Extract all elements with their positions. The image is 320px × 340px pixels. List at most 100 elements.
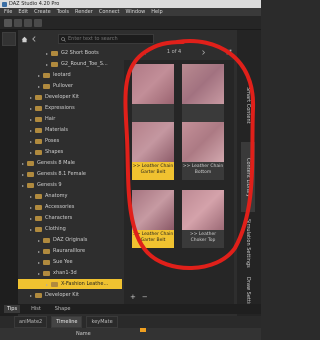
folder-icon: [35, 105, 42, 111]
product-thumbnail[interactable]: [132, 64, 174, 124]
product-thumbnail[interactable]: >> Leather Chain Bottom: [182, 122, 224, 182]
thumbnail-caption: [132, 104, 174, 122]
tree-item[interactable]: ▸ X-Fashion Leathe...: [18, 279, 122, 289]
tree-item-label: Accessories: [45, 204, 75, 210]
page-info: 1 of 4: [166, 49, 182, 55]
menu-create[interactable]: Create: [34, 9, 51, 15]
folder-icon: [51, 50, 58, 56]
tree-item-label: Characters: [45, 215, 73, 221]
folder-icon: [35, 149, 42, 155]
folder-icon: [43, 237, 50, 243]
tab-simulation-settings[interactable]: Simulation Settings: [241, 214, 255, 272]
tree-item[interactable]: ▸ Sue Yee: [18, 257, 122, 267]
home-icon[interactable]: [20, 35, 28, 43]
tree-item[interactable]: ▸ Genesis 8 Male: [18, 158, 122, 168]
tab-keymate[interactable]: keyMate: [86, 316, 118, 328]
tree-item-label: Genesis 9: [37, 182, 62, 188]
tab-timeline[interactable]: Timeline: [51, 316, 83, 328]
tree-item[interactable]: ▸ Pullover: [18, 81, 122, 91]
menu-file[interactable]: File: [4, 9, 12, 15]
next-page-icon[interactable]: [201, 49, 206, 55]
folder-icon: [35, 138, 42, 144]
folder-icon: [43, 248, 50, 254]
menu-connect[interactable]: Connect: [99, 9, 120, 15]
folder-icon: [27, 171, 34, 177]
tool-select-icon[interactable]: [4, 19, 12, 27]
tree-item[interactable]: ▸ Accessories: [18, 202, 122, 212]
folder-icon: [35, 94, 42, 100]
content-library-pane: 1 of 4 ▸G2 Short Boots▸G2_Round_Toe_S...…: [18, 30, 237, 318]
thumbnail-grid: >> Leather Chain Garter Belt >> Leather C…: [124, 60, 234, 310]
tree-item-label: X-Fashion Leathe...: [61, 281, 109, 287]
tree-item[interactable]: ▸ Genesis 8.1 Female: [18, 169, 122, 179]
search-icon: [61, 36, 66, 42]
menu-edit[interactable]: Edit: [18, 9, 28, 15]
product-thumbnail[interactable]: >> Leather Choker Top: [182, 190, 224, 250]
panel-toggle-button[interactable]: [2, 32, 16, 46]
tree-item-label: Sue Yee: [53, 259, 73, 265]
tool-scale-icon[interactable]: [34, 19, 42, 27]
pane-footer: + −: [124, 292, 234, 302]
tree-item-label: Expressions: [45, 105, 75, 111]
remove-button[interactable]: −: [142, 293, 148, 301]
tab-shape[interactable]: Shape: [52, 305, 74, 313]
tree-item[interactable]: ▸ Developer Kit: [18, 290, 122, 300]
folder-tree: ▸ G2 Short Boots ▸ G2_Round_Toe_S... ▸ leotar…: [18, 48, 122, 310]
menu-tools[interactable]: Tools: [57, 9, 69, 15]
tree-item-label: Rauraralllore: [53, 248, 86, 254]
product-thumbnail[interactable]: >> Leather Chain Garter Belt: [132, 190, 174, 250]
folder-icon: [35, 127, 42, 133]
tab-animate2[interactable]: aniMate2: [14, 316, 48, 328]
thumbnail-image: [182, 64, 224, 104]
tree-item[interactable]: ▸ DAZ Originals: [18, 235, 122, 245]
tree-item[interactable]: ▸ Hair: [18, 114, 122, 124]
tree-item[interactable]: ▸ G2_Round_Toe_S...: [18, 59, 122, 69]
tree-item[interactable]: ▸ Characters: [18, 213, 122, 223]
playhead-marker[interactable]: [140, 328, 146, 332]
tree-item-label: leotard: [53, 72, 71, 78]
folder-icon: [43, 270, 50, 276]
tab-smart-content[interactable]: Smart Content: [241, 70, 255, 140]
tree-item[interactable]: ▸ Genesis 9: [18, 180, 122, 190]
tab-tips[interactable]: Tips: [4, 305, 21, 313]
tool-move-icon[interactable]: [24, 19, 32, 27]
tree-item[interactable]: ▸ Poses: [18, 136, 122, 146]
tree-item[interactable]: ▸ Rauraralllore: [18, 246, 122, 256]
tab-hist[interactable]: Hist: [28, 305, 44, 313]
prev-page-icon[interactable]: [142, 49, 147, 55]
product-thumbnail[interactable]: [182, 64, 224, 124]
tree-item[interactable]: ▸ xhan1-3d: [18, 268, 122, 278]
folder-icon: [35, 193, 42, 199]
menu-render[interactable]: Render: [75, 9, 93, 15]
thumbnail-caption: >> Leather Chain Bottom: [182, 162, 224, 180]
tree-item-label: Clothing: [45, 226, 66, 232]
search-input[interactable]: [68, 35, 148, 43]
back-icon[interactable]: [30, 35, 38, 43]
tree-item[interactable]: ▸ Materials: [18, 125, 122, 135]
tree-item-label: Poses: [45, 138, 60, 144]
folder-icon: [35, 292, 42, 298]
menu-help[interactable]: Help: [151, 9, 162, 15]
folder-icon: [27, 160, 34, 166]
menu-window[interactable]: Window: [126, 9, 146, 15]
folder-icon: [35, 116, 42, 122]
tool-rotate-icon[interactable]: [14, 19, 22, 27]
tree-item[interactable]: ▸ Developer Kit: [18, 92, 122, 102]
tree-item[interactable]: ▸ Clothing: [18, 224, 122, 234]
view-options-icon[interactable]: [226, 49, 232, 55]
pager: 1 of 4: [142, 48, 232, 56]
timeline-tab-bar: aniMate2 Timeline keyMate: [0, 316, 261, 328]
tree-item[interactable]: ▸ leotard: [18, 70, 122, 80]
window-title: DAZ Studio 4.20 Pro: [9, 1, 60, 7]
timeline-name-header: Name: [76, 331, 91, 337]
folder-icon: [27, 182, 34, 188]
tree-item[interactable]: ▸ Expressions: [18, 103, 122, 113]
right-tab-strip: Smart Content Content Library Simulation…: [237, 30, 261, 318]
product-thumbnail[interactable]: >> Leather Chain Garter Belt: [132, 122, 174, 182]
search-field[interactable]: [58, 34, 154, 44]
add-button[interactable]: +: [130, 293, 136, 301]
tree-item[interactable]: ▸ Anatomy: [18, 191, 122, 201]
tab-content-library[interactable]: Content Library: [241, 142, 255, 212]
tree-item[interactable]: ▸ Shapes: [18, 147, 122, 157]
tree-item[interactable]: ▸ G2 Short Boots: [18, 48, 122, 58]
